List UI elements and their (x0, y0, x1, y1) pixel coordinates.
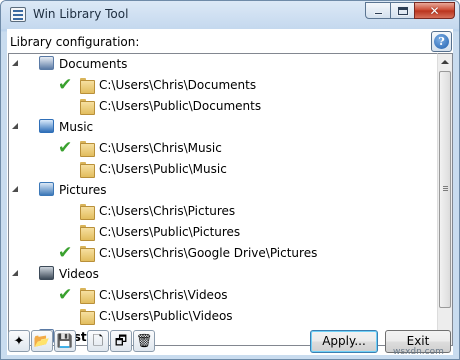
folder-icon (80, 225, 95, 241)
folder-icon (80, 99, 95, 115)
pictures-library-icon (39, 182, 54, 196)
folder-icon (80, 162, 95, 178)
open-icon: 📂 (33, 333, 51, 349)
minimize-icon (373, 11, 383, 15)
documents-library-icon (39, 56, 54, 70)
folder-row[interactable]: C:\Users\Public\Videos (9, 306, 437, 327)
folder-row[interactable]: C:\Users\Chris\Pictures (9, 201, 437, 222)
close-button[interactable]: ✕ (414, 2, 455, 19)
folder-path: C:\Users\Public\Music (99, 162, 227, 176)
library-name: Pictures (59, 183, 107, 197)
app-window: Win Library Tool ✕ Library configuration… (0, 0, 460, 360)
save-icon: 💾 (56, 333, 74, 349)
library-row[interactable]: Documents (9, 54, 437, 75)
folder-path: C:\Users\Public\Documents (99, 99, 262, 113)
default-save-location-check-icon: ✔ (58, 243, 73, 263)
save-button[interactable]: 💾 (54, 330, 76, 352)
folder-row[interactable]: C:\Users\Public\Pictures (9, 222, 437, 243)
new-library-icon: ✦ (13, 333, 25, 349)
default-save-location-check-icon: ✔ (58, 75, 73, 95)
apply-button[interactable]: Apply... (310, 330, 378, 353)
properties-icon: 🗗 (114, 333, 128, 349)
maximize-icon (397, 6, 408, 15)
library-name: Music (59, 120, 94, 134)
folder-path: C:\Users\Chris\Videos (99, 288, 228, 302)
scroll-thumb[interactable] (439, 71, 451, 308)
watermark: wsxdn.com (393, 347, 444, 357)
open-button[interactable]: 📂 (31, 330, 53, 352)
title-bar[interactable]: Win Library Tool ✕ (1, 1, 459, 29)
folder-path: C:\Users\Chris\Google Drive\Pictures (99, 246, 318, 260)
default-save-location-check-icon: ✔ (58, 285, 73, 305)
folder-path: C:\Users\Public\Pictures (99, 225, 241, 239)
library-tree[interactable]: Documents ✔ C:\Users\Chris\Documents C:\Use… (8, 53, 437, 346)
videos-library-icon (39, 266, 54, 280)
folder-row[interactable]: C:\Users\Public\Documents (9, 96, 437, 117)
add-folder-button[interactable]: 🗋 (87, 330, 109, 352)
library-tool-icon (10, 7, 26, 22)
folder-icon (80, 141, 95, 157)
folder-path: C:\Users\Chris\Documents (99, 78, 257, 92)
folder-row[interactable]: ✔ C:\Users\Chris\Google Drive\Pictures (9, 243, 437, 264)
library-name: Videos (59, 267, 99, 281)
library-configuration-label: Library configuration: (10, 35, 140, 49)
folder-icon (80, 204, 95, 220)
dialog-body: Library configuration: ? Documents ✔ C:\Us… (7, 29, 453, 355)
arrow-up-icon (441, 60, 449, 64)
tree-scrollbar[interactable] (437, 53, 453, 346)
folder-icon (80, 78, 95, 94)
folder-path: C:\Users\Public\Videos (99, 309, 233, 323)
library-name: Documents (59, 57, 128, 71)
delete-button[interactable]: 🗑 (133, 330, 155, 352)
delete-icon: 🗑 (135, 333, 153, 349)
add-folder-icon: 🗋 (92, 333, 104, 349)
maximize-button[interactable] (390, 2, 415, 19)
help-icon: ? (434, 34, 449, 49)
close-icon: ✕ (429, 3, 440, 18)
library-row[interactable]: Music (9, 117, 437, 138)
library-row[interactable]: Videos (9, 264, 437, 285)
folder-path: C:\Users\Chris\Pictures (99, 204, 236, 218)
folder-row[interactable]: C:\Users\Public\Music (9, 159, 437, 180)
folder-icon (80, 309, 95, 325)
folder-row[interactable]: ✔ C:\Users\Chris\Music (9, 138, 437, 159)
folder-row[interactable]: ✔ C:\Users\Chris\Documents (9, 75, 437, 96)
new-library-button[interactable]: ✦ (8, 330, 30, 352)
grip-icon (443, 186, 448, 187)
scroll-up-button[interactable] (438, 54, 452, 70)
help-button[interactable]: ? (431, 31, 452, 52)
properties-button[interactable]: 🗗 (110, 330, 132, 352)
folder-row[interactable]: ✔ C:\Users\Chris\Videos (9, 285, 437, 306)
folder-path: C:\Users\Chris\Music (99, 141, 222, 155)
folder-icon (80, 288, 95, 304)
default-save-location-check-icon: ✔ (58, 138, 73, 158)
window-title: Win Library Tool (33, 7, 129, 21)
folder-icon (80, 246, 95, 262)
music-library-icon (39, 119, 54, 133)
library-row[interactable]: Pictures (9, 180, 437, 201)
minimize-button[interactable] (365, 2, 391, 19)
